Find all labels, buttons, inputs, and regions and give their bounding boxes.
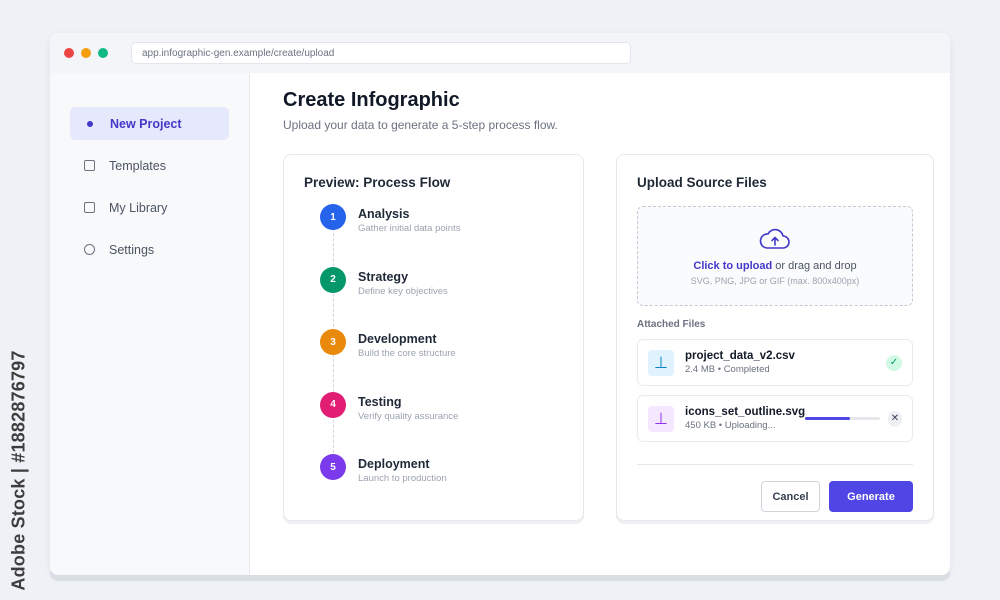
step-description: Verify quality assurance <box>358 410 459 422</box>
process-step: 4 Testing Verify quality assurance <box>320 391 563 455</box>
step-description: Gather initial data points <box>358 223 461 234</box>
file-upload-icon: ⊥ <box>648 349 674 376</box>
minimize-window-button[interactable] <box>81 48 91 58</box>
cancel-upload-button[interactable]: ✕ <box>887 410 902 427</box>
process-step: 2 Strategy Define key objectives <box>320 266 563 330</box>
step-title: Deployment <box>358 457 430 471</box>
sidebar-item-label: My Library <box>109 200 168 215</box>
file-meta: 2.4 MB • Completed <box>685 364 770 375</box>
step-number-badge: 1 <box>320 204 346 230</box>
sidebar-item-label: New Project <box>110 116 182 131</box>
address-bar[interactable]: app.infographic-gen.example/create/uploa… <box>131 42 631 64</box>
square-icon <box>84 202 95 213</box>
sidebar-item-label: Settings <box>109 242 155 257</box>
upload-progress-bar <box>805 417 880 420</box>
process-step: 3 Development Build the core structure <box>320 329 563 392</box>
file-meta: 450 KB • Uploading... <box>685 420 776 431</box>
attached-files-label: Attached Files <box>637 319 706 330</box>
cloud-upload-icon <box>759 228 790 249</box>
sidebar-item-settings[interactable]: Settings <box>70 233 229 266</box>
upload-progress-fill <box>805 417 850 420</box>
sidebar-item-my-library[interactable]: My Library <box>70 191 229 224</box>
preview-card: Preview: Process Flow 1 Analysis Gather … <box>283 154 584 521</box>
step-description: Define key objectives <box>358 285 448 297</box>
circle-icon <box>84 244 95 255</box>
browser-window: app.infographic-gen.example/create/uploa… <box>50 33 950 575</box>
page-subtitle: Upload your data to generate a 5-step pr… <box>283 118 558 132</box>
generate-button[interactable]: Generate <box>829 481 913 512</box>
sidebar-item-label: Templates <box>109 158 166 173</box>
watermark: Adobe Stock | #1882876797 <box>6 340 32 600</box>
browser-titlebar: app.infographic-gen.example/create/uploa… <box>50 33 950 73</box>
upload-title: Upload Source Files <box>637 175 767 190</box>
drag-drop-text: or drag and drop <box>772 260 857 272</box>
main-content: Create Infographic Upload your data to g… <box>250 73 950 575</box>
process-steps: 1 Analysis Gather initial data points 2 … <box>320 204 563 517</box>
file-name: icons_set_outline.svg <box>685 406 806 418</box>
close-window-button[interactable] <box>64 48 74 58</box>
sidebar-item-templates[interactable]: Templates <box>70 149 229 182</box>
divider <box>637 464 913 465</box>
preview-title: Preview: Process Flow <box>304 175 451 190</box>
step-title: Testing <box>358 394 402 409</box>
app-body: New Project Templates My Library Setting… <box>50 73 950 575</box>
dropzone-hint: SVG, PNG, JPG or GIF (max. 800x400px) <box>690 276 860 286</box>
sidebar: New Project Templates My Library Setting… <box>50 73 250 575</box>
sidebar-item-new-project[interactable]: New Project <box>70 107 229 140</box>
step-title: Strategy <box>358 269 409 284</box>
step-number-badge: 4 <box>320 391 346 418</box>
check-icon: ✓ <box>886 354 902 371</box>
dropzone-instructions: Click to upload or drag and drop <box>693 260 856 272</box>
click-to-upload-link[interactable]: Click to upload <box>693 260 772 272</box>
watermark-text: Adobe Stock | #1882876797 <box>8 349 29 591</box>
process-step: 1 Analysis Gather initial data points <box>320 204 563 267</box>
step-description: Build the core structure <box>358 348 456 359</box>
step-description: Launch to production <box>358 473 447 484</box>
file-name: project_data_v2.csv <box>685 350 795 362</box>
bullet-icon <box>84 118 96 130</box>
attached-file-row: ⊥ project_data_v2.csv 2.4 MB • Completed… <box>637 339 913 386</box>
step-number-badge: 2 <box>320 266 346 293</box>
attached-file-row: ⊥ icons_set_outline.svg 450 KB • Uploadi… <box>637 395 913 442</box>
file-dropzone[interactable]: Click to upload or drag and drop SVG, PN… <box>637 206 913 306</box>
step-title: Analysis <box>358 207 410 221</box>
file-upload-icon: ⊥ <box>648 405 674 432</box>
process-step: 5 Deployment Launch to production <box>320 454 563 517</box>
step-number-badge: 3 <box>320 329 346 355</box>
form-actions: Cancel Generate <box>637 481 913 512</box>
upload-card: Upload Source Files Click to upload or d… <box>616 154 934 521</box>
maximize-window-button[interactable] <box>98 48 108 58</box>
page-title: Create Infographic <box>283 89 460 111</box>
square-icon <box>84 160 95 171</box>
cards-row: Preview: Process Flow 1 Analysis Gather … <box>283 154 934 521</box>
step-number-badge: 5 <box>320 454 346 480</box>
cancel-button[interactable]: Cancel <box>761 481 820 512</box>
step-title: Development <box>358 332 437 346</box>
